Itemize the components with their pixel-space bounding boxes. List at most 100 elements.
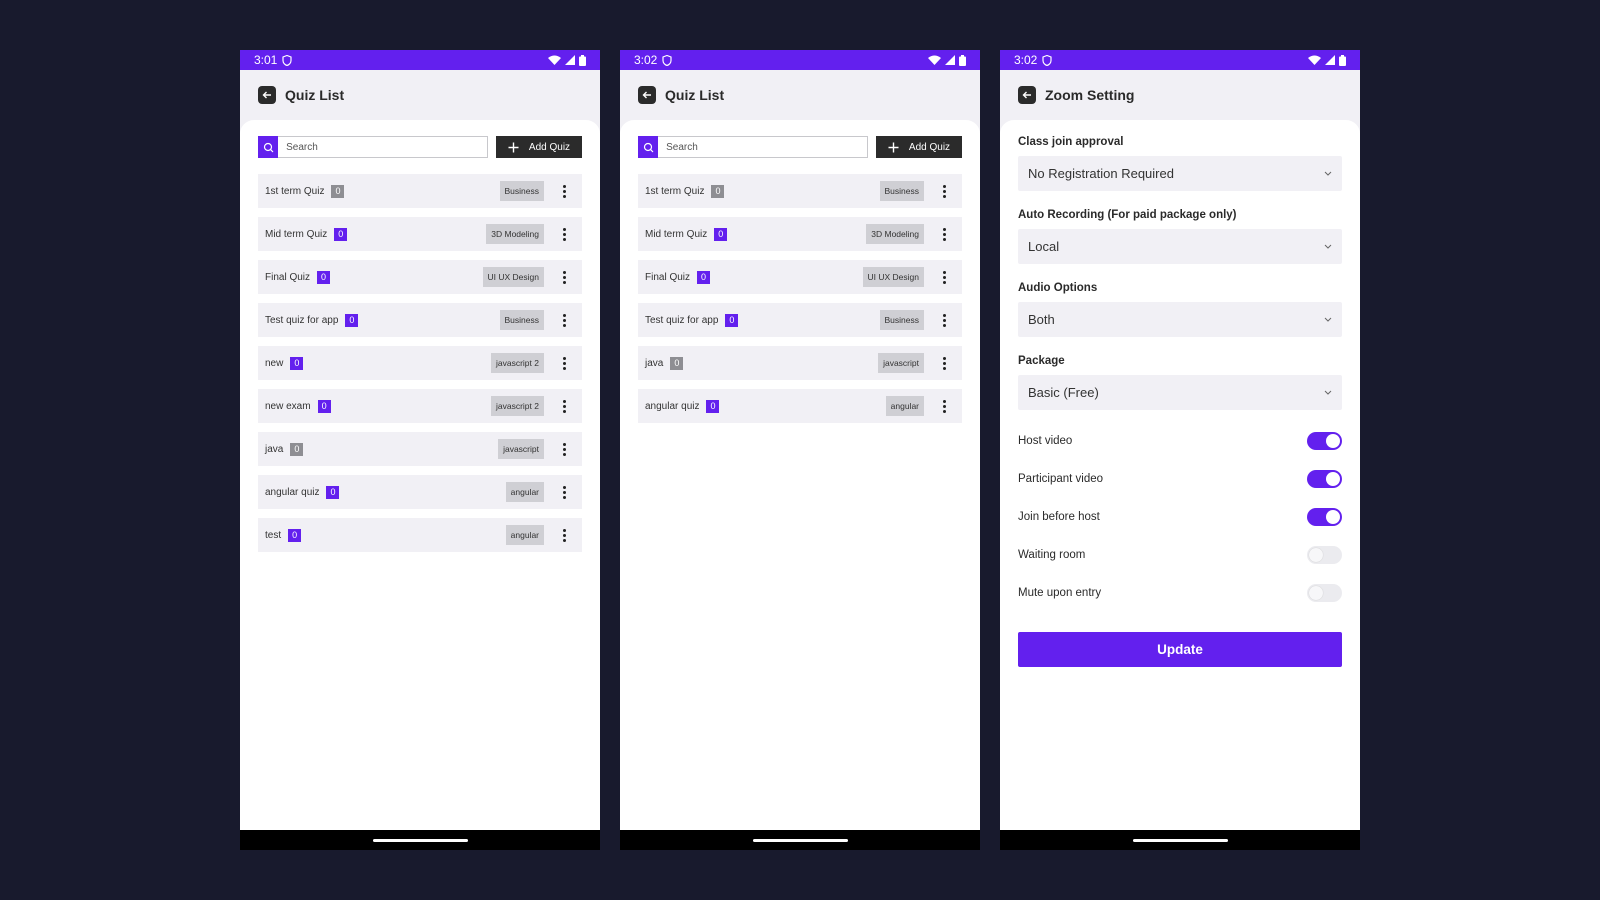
status-bar: 3:01: [240, 50, 600, 70]
category-tag: javascript: [498, 439, 544, 459]
status-time: 3:02: [634, 53, 658, 67]
signal-icon: [1325, 55, 1335, 65]
more-options-icon[interactable]: [933, 184, 955, 198]
more-options-icon[interactable]: [553, 227, 575, 241]
question-count-badge: 0: [326, 485, 340, 499]
question-count-badge: 0: [725, 313, 739, 327]
more-options-icon[interactable]: [933, 227, 955, 241]
battery-icon: [959, 54, 966, 66]
waiting-room-toggle[interactable]: [1307, 546, 1342, 564]
update-button[interactable]: Update: [1018, 632, 1342, 667]
quiz-row[interactable]: Final Quiz 0 UI UX Design: [638, 260, 962, 294]
question-count-badge: 0: [334, 227, 348, 241]
search-icon[interactable]: [258, 136, 279, 158]
quiz-row[interactable]: java 0 javascript: [638, 346, 962, 380]
more-options-icon[interactable]: [553, 270, 575, 284]
wifi-icon: [548, 55, 561, 65]
quiz-row[interactable]: new 0 javascript 2: [258, 346, 582, 380]
category-tag: javascript 2: [491, 353, 544, 373]
shield-icon: [662, 54, 672, 66]
home-gesture-handle[interactable]: [372, 838, 468, 842]
quiz-row[interactable]: Mid term Quiz 0 3D Modeling: [638, 217, 962, 251]
more-options-icon[interactable]: [553, 442, 575, 456]
quiz-row[interactable]: new exam 0 javascript 2: [258, 389, 582, 423]
app-bar: Quiz List: [620, 70, 980, 120]
search-icon[interactable]: [638, 136, 659, 158]
quiz-row[interactable]: angular quiz 0 angular: [638, 389, 962, 423]
quiz-list: 1st term Quiz 0 Business Mid term Quiz 0 3D …: [258, 174, 582, 552]
page-title: Quiz List: [665, 87, 725, 103]
navigation-bar: [240, 830, 600, 850]
quiz-toolbar: Add Quiz: [638, 136, 962, 158]
toggle-row-host-video: Host video: [1018, 422, 1342, 460]
page-title: Quiz List: [285, 87, 345, 103]
mute-upon-entry-toggle[interactable]: [1307, 584, 1342, 602]
phone-screen-zoom-setting: 3:02 Zoom Setting Class join approval No…: [1000, 50, 1360, 850]
search-input[interactable]: [658, 141, 867, 153]
more-options-icon[interactable]: [553, 399, 575, 413]
auto-recording-select[interactable]: Local: [1018, 229, 1342, 264]
quiz-title: Test quiz for app: [265, 314, 339, 326]
auto-recording-label: Auto Recording (For paid package only): [1018, 209, 1237, 221]
quiz-row[interactable]: Test quiz for app 0 Business: [258, 303, 582, 337]
home-gesture-handle[interactable]: [752, 838, 848, 842]
add-quiz-button[interactable]: Add Quiz: [876, 136, 962, 158]
navigation-bar: [1000, 830, 1360, 850]
package-label: Package: [1018, 355, 1065, 367]
back-arrow-icon[interactable]: [638, 86, 656, 104]
quiz-row[interactable]: test 0 angular: [258, 518, 582, 552]
more-options-icon[interactable]: [553, 528, 575, 542]
quiz-row[interactable]: Mid term Quiz 0 3D Modeling: [258, 217, 582, 251]
participant-video-toggle[interactable]: [1307, 470, 1342, 488]
back-arrow-icon[interactable]: [258, 86, 276, 104]
quiz-title: Mid term Quiz: [645, 228, 708, 240]
chevron-down-icon: [1324, 317, 1332, 322]
more-options-icon[interactable]: [553, 313, 575, 327]
select-value: No Registration Required: [1028, 166, 1174, 181]
class-join-approval-select[interactable]: No Registration Required: [1018, 156, 1342, 191]
search-input[interactable]: [278, 141, 487, 153]
quiz-title: Mid term Quiz: [265, 228, 328, 240]
category-tag: javascript: [878, 353, 924, 373]
quiz-title: 1st term Quiz: [265, 185, 325, 197]
quiz-title: new exam: [265, 400, 311, 412]
navigation-bar: [620, 830, 980, 850]
host-video-toggle[interactable]: [1307, 432, 1342, 450]
quiz-row[interactable]: java 0 javascript: [258, 432, 582, 466]
quiz-row[interactable]: Test quiz for app 0 Business: [638, 303, 962, 337]
quiz-row[interactable]: 1st term Quiz 0 Business: [638, 174, 962, 208]
audio-options-select[interactable]: Both: [1018, 302, 1342, 337]
more-options-icon[interactable]: [933, 313, 955, 327]
home-gesture-handle[interactable]: [1132, 838, 1228, 842]
question-count-badge: 0: [317, 270, 331, 284]
more-options-icon[interactable]: [933, 399, 955, 413]
category-tag: javascript 2: [491, 396, 544, 416]
quiz-row[interactable]: Final Quiz 0 UI UX Design: [258, 260, 582, 294]
phone-screen-quiz-list-1: 3:01 Quiz List Add: [240, 50, 600, 850]
back-arrow-icon[interactable]: [1018, 86, 1036, 104]
add-quiz-button[interactable]: Add Quiz: [496, 136, 582, 158]
more-options-icon[interactable]: [553, 184, 575, 198]
quiz-row[interactable]: angular quiz 0 angular: [258, 475, 582, 509]
more-options-icon[interactable]: [553, 485, 575, 499]
join-before-host-toggle[interactable]: [1307, 508, 1342, 526]
add-quiz-label: Add Quiz: [528, 141, 571, 153]
plus-icon: [888, 142, 899, 152]
question-count-badge: 0: [706, 399, 720, 413]
quiz-title: Final Quiz: [265, 271, 311, 283]
chevron-down-icon: [1324, 390, 1332, 395]
more-options-icon[interactable]: [933, 356, 955, 370]
battery-icon: [579, 54, 586, 66]
more-options-icon[interactable]: [553, 356, 575, 370]
toggle-row-waiting-room: Waiting room: [1018, 536, 1342, 574]
class-join-approval-label: Class join approval: [1018, 136, 1124, 148]
search-box: [638, 136, 868, 158]
select-value: Basic (Free): [1028, 385, 1099, 400]
quiz-title: angular quiz: [645, 400, 700, 412]
shield-icon: [282, 54, 292, 66]
package-select[interactable]: Basic (Free): [1018, 375, 1342, 410]
quiz-row[interactable]: 1st term Quiz 0 Business: [258, 174, 582, 208]
category-tag: UI UX Design: [482, 267, 544, 287]
more-options-icon[interactable]: [933, 270, 955, 284]
status-time: 3:01: [254, 53, 278, 67]
